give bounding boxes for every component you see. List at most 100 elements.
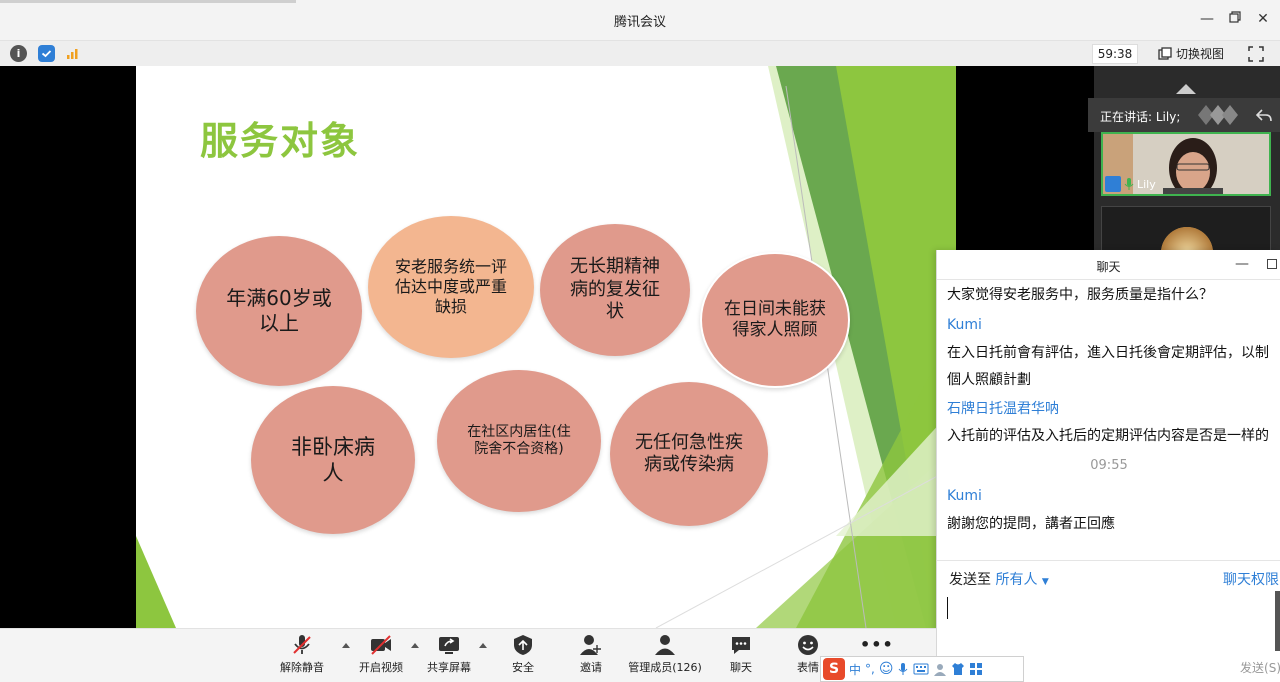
send-to: 发送至 所有人 ▼ — [949, 569, 1049, 589]
chat-title: 聊天 — [1096, 260, 1121, 274]
start-video-label: 开启视频 — [359, 661, 403, 674]
chat-messages[interactable]: 大家觉得安老服务中，服务质量是指什么？ Kumi 在入日托前會有評估，進入日托後… — [937, 280, 1280, 560]
manage-members-button[interactable]: 管理成员(126) — [626, 633, 704, 675]
bubble-bedridden: 非卧床病人 — [251, 386, 415, 534]
chat-input[interactable] — [937, 591, 1267, 651]
microphone-icon — [1124, 178, 1134, 190]
add-user-icon — [580, 635, 601, 655]
switch-view-button[interactable]: 切换视图 — [1158, 45, 1224, 62]
chat-minimize-button[interactable]: — — [1235, 256, 1249, 272]
info-icon[interactable]: i — [10, 45, 27, 62]
bubble-mental: 无长期精神病的复发征状 — [540, 224, 690, 356]
sogou-logo-icon[interactable]: S — [823, 658, 845, 680]
bubble-daytime: 在日间未能获得家人照顾 — [700, 252, 850, 388]
title-bar: 腾讯会议 — ✕ — [0, 0, 1280, 40]
members-icon — [655, 635, 675, 655]
chat-sender: 石牌日托温君华呐 — [947, 401, 1059, 417]
chat-message: 大家觉得安老服务中，服务质量是指什么？ — [947, 287, 1213, 303]
unmute-button[interactable]: 解除静音 — [278, 633, 326, 675]
send-to-label: 发送至 — [949, 572, 991, 588]
shared-slide: 服务对象 年满60岁或以上 安老服务统一评估达中度或严重缺损 无长期精神病的复发… — [136, 66, 956, 628]
shield-icon[interactable] — [38, 45, 55, 62]
chat-message: 入托前的评估及入托后的定期评估内容是否是一样的 — [947, 428, 1269, 444]
share-screen-label: 共享屏幕 — [427, 661, 471, 674]
send-to-dropdown[interactable]: 所有人 ▼ — [995, 572, 1048, 588]
unmute-label: 解除静音 — [280, 661, 324, 674]
top-shadow — [0, 0, 296, 3]
chat-bubble-icon — [732, 637, 750, 654]
send-to-target: 所有人 — [995, 572, 1038, 588]
security-label: 安全 — [512, 661, 534, 674]
shield-check-icon — [41, 50, 52, 58]
manage-members-label: 管理成员(126) — [628, 661, 702, 674]
ime-skin-icon[interactable] — [951, 662, 965, 676]
bubble-age: 年满60岁或以上 — [196, 236, 362, 386]
switch-view-label: 切换视图 — [1176, 47, 1225, 61]
audio-options-arrow[interactable] — [342, 643, 350, 648]
minimize-button[interactable]: — — [1198, 10, 1216, 28]
grid-view-icon — [1158, 46, 1172, 60]
security-button[interactable]: 安全 — [506, 633, 540, 675]
more-button[interactable]: ••• — [860, 635, 893, 654]
chat-window: 聊天 — 大家觉得安老服务中，服务质量是指什么？ Kumi 在入日托前會有評估，… — [936, 250, 1280, 682]
send-button[interactable]: 发送(S) — [1240, 659, 1280, 676]
info-bar: i 59:38 切换视图 — [0, 40, 1280, 66]
chat-header: 聊天 — — [937, 250, 1280, 280]
dropdown-arrow-icon: ▼ — [1041, 577, 1049, 587]
invite-label: 邀请 — [580, 661, 602, 674]
chat-timestamp: 09:55 — [1090, 458, 1128, 473]
window-title: 腾讯会议 — [613, 15, 666, 30]
speaker-avatars-icon — [1198, 105, 1238, 125]
restore-button[interactable] — [1226, 10, 1244, 28]
bubble-disease: 无任何急性疾病或传染病 — [610, 382, 768, 526]
meeting-timer: 59:38 — [1092, 44, 1138, 64]
microphone-muted-icon — [293, 635, 311, 654]
ime-punctuation-toggle[interactable]: °, — [865, 662, 875, 676]
chat-permission-button[interactable]: 聊天权限 — [1223, 569, 1279, 589]
chat-sender: Kumi — [947, 317, 982, 333]
reply-icon[interactable] — [1256, 108, 1272, 122]
ime-user-icon[interactable] — [933, 662, 947, 676]
ime-toolbar: S 中 °, ☺ — [820, 656, 1024, 682]
emoji-button[interactable]: 表情 — [794, 633, 822, 675]
user-icon — [1105, 176, 1121, 192]
chat-maximize-button[interactable] — [1267, 259, 1277, 269]
smiley-icon — [798, 635, 818, 655]
restore-icon — [1229, 11, 1241, 23]
chat-message: 個人照顧計劃 — [947, 372, 1031, 388]
chat-sender: Kumi — [947, 488, 982, 504]
invite-button[interactable]: 邀请 — [574, 633, 608, 675]
network-signal-icon[interactable] — [64, 45, 81, 62]
participant-name: Lily — [1137, 177, 1156, 191]
camera-off-icon — [371, 635, 391, 655]
speaking-indicator: 正在讲话: Lily; — [1088, 98, 1280, 132]
bubble-assessment: 安老服务统一评估达中度或严重缺损 — [368, 216, 534, 358]
fullscreen-icon[interactable] — [1248, 46, 1264, 62]
participant-tag: Lily — [1105, 176, 1156, 192]
slide-title: 服务对象 — [200, 119, 361, 163]
bubble-community: 在社区内居住(住院舍不合资格) — [437, 370, 601, 512]
security-shield-icon — [514, 635, 532, 655]
tencent-meeting-window: 腾讯会议 — ✕ i 59:38 切换视图 服务对象 年满60岁或以上 安老服务… — [0, 0, 1280, 682]
speaking-label: 正在讲话: Lily; — [1100, 110, 1181, 124]
ime-keyboard-icon[interactable] — [913, 663, 929, 675]
ime-emoji-icon[interactable]: ☺ — [879, 661, 894, 677]
share-options-arrow[interactable] — [479, 643, 487, 648]
chat-scrollbar[interactable] — [1275, 591, 1280, 651]
share-screen-icon — [439, 637, 459, 654]
meeting-toolbar: 解除静音 开启视频 共享屏幕 安全 邀请 管理成员(126) 聊天 表情 ••• — [0, 628, 936, 682]
video-options-arrow[interactable] — [411, 643, 419, 648]
chat-message: 在入日托前會有評估，進入日托後會定期評估，以制 — [947, 345, 1269, 361]
chat-button[interactable]: 聊天 — [724, 633, 758, 675]
ime-voice-icon[interactable] — [897, 662, 909, 676]
share-screen-button[interactable]: 共享屏幕 — [424, 633, 474, 675]
chat-label: 聊天 — [730, 661, 752, 674]
close-button[interactable]: ✕ — [1254, 10, 1272, 28]
start-video-button[interactable]: 开启视频 — [356, 633, 406, 675]
chat-message: 謝謝您的提問，講者正回應 — [947, 516, 1115, 532]
ime-toolbox-icon[interactable] — [969, 662, 983, 676]
participant-video-lily[interactable]: Lily — [1101, 132, 1271, 196]
scroll-up-icon[interactable] — [1176, 82, 1196, 94]
emoji-label: 表情 — [797, 661, 819, 674]
ime-mode-toggle[interactable]: 中 — [849, 661, 861, 678]
